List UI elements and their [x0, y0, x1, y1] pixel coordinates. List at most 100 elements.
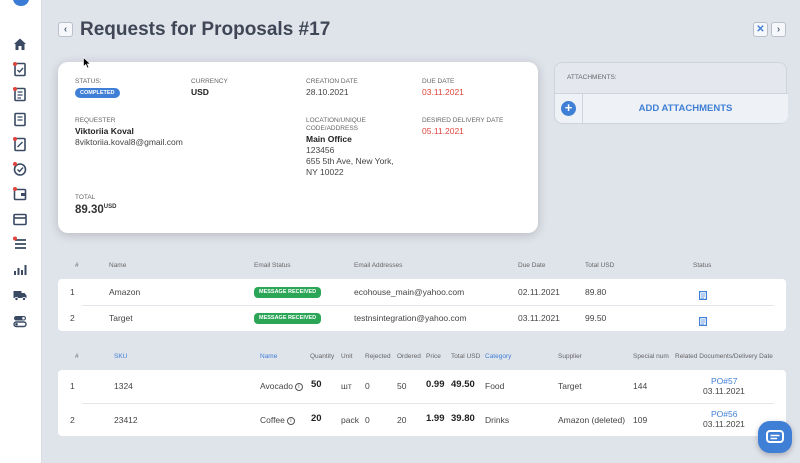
item-row-2-po-link[interactable]: PO#56 — [711, 409, 737, 419]
col-header-email-addresses: Email Addresses — [354, 262, 403, 269]
total-currency: USD — [103, 204, 117, 211]
currency-value: USD — [191, 87, 209, 97]
close-button[interactable]: ✕ — [753, 22, 768, 37]
supplier-row-2-email-status: MESSAGE RECEIVED — [254, 313, 322, 324]
requester-email: 8viktoriia.koval8@gmail.com — [75, 137, 183, 147]
item-col-header-related: Related Documents/Delivery Date — [675, 353, 773, 360]
item-row-1-sku: 1324 — [114, 381, 133, 391]
item-row-2-name: Coffee — [260, 415, 285, 425]
supplier-row-2-name[interactable]: Target — [109, 313, 133, 323]
item-row-2-special-num: 109 — [633, 415, 648, 425]
requester-label: REQUESTER — [75, 117, 116, 124]
supplier-row-2-num: 2 — [70, 313, 75, 323]
location-label-line2: CODE/ADDRESS — [306, 125, 359, 132]
due-date-value: 03.11.2021 — [422, 87, 464, 97]
supplier-row-1-email: ecohouse_main@yahoo.com — [354, 287, 465, 297]
main-content: ‹ Requests for Proposals #17 ✕ › STATUS:… — [42, 0, 800, 463]
location-address-line2: NY 10022 — [306, 167, 344, 177]
col-header-total-usd: Total USD — [585, 262, 615, 269]
item-row-2-category: Drinks — [485, 415, 510, 425]
supplier-row-1-due-date: 02.11.2021 — [518, 287, 560, 297]
item-row-1-num: 1 — [70, 381, 75, 391]
document-icon[interactable] — [699, 313, 708, 327]
chat-button[interactable] — [758, 421, 792, 453]
status-label: STATUS: — [75, 78, 102, 85]
attachments-panel: ATTACHMENTS: + ADD ATTACHMENTS — [554, 62, 788, 124]
chat-icon — [766, 430, 784, 443]
item-row-1-special-num: 144 — [633, 381, 648, 391]
info-icon[interactable]: i — [294, 383, 303, 391]
supplier-row-2-due-date: 03.11.2021 — [518, 313, 560, 323]
sidebar — [0, 0, 42, 463]
total-amount: 89.30 — [75, 204, 104, 216]
item-row-1-total: 49.50 — [451, 379, 475, 390]
item-col-header-quantity: Quantity — [310, 353, 335, 360]
add-attachments-button[interactable]: + ADD ATTACHMENTS — [555, 93, 788, 123]
items-table: 1 1324 Avocado i 50 шт 0 50 0.99 49.50 Fo… — [58, 370, 786, 436]
item-row-1-delivery-date: 03.11.2021 — [703, 386, 745, 396]
supplier-row-1-name[interactable]: Amazon — [109, 287, 140, 297]
chevron-left-icon: ‹ — [63, 24, 68, 35]
item-col-header-ordered: Ordered — [397, 353, 421, 360]
location-code: 123456 — [306, 145, 335, 155]
chevron-right-icon: › — [776, 24, 781, 35]
location-address-line1: 655 5th Ave, New York, — [306, 156, 394, 166]
item-row-1-po-link[interactable]: PO#57 — [711, 376, 737, 386]
item-row-2-ordered: 20 — [397, 415, 407, 425]
item-col-header-name[interactable]: Name — [260, 353, 277, 361]
item-col-header-special-num: Special num — [633, 353, 669, 360]
item-row-2-sku: 23412 — [114, 415, 138, 425]
status-badge: COMPLETED — [75, 88, 120, 98]
forward-button[interactable]: › — [771, 22, 786, 37]
requisition-icon[interactable] — [12, 61, 28, 77]
item-row-2-total: 39.80 — [451, 413, 475, 424]
col-header-due-date: Due Date — [518, 262, 546, 269]
list-icon[interactable] — [12, 236, 28, 252]
col-header-name: Name — [109, 262, 127, 269]
supplier-row-2-total: 99.50 — [585, 313, 607, 323]
purchase-order-icon[interactable] — [12, 136, 28, 152]
currency-label: CURRENCY — [191, 78, 228, 85]
creation-date-label: CREATION DATE — [306, 78, 358, 85]
row-divider — [82, 403, 774, 404]
item-row-1-name: Avocado — [260, 381, 293, 391]
total-value: 89.30USD — [75, 204, 116, 216]
item-col-header-unit: Unit — [341, 353, 353, 360]
delivery-truck-icon[interactable] — [12, 287, 28, 303]
col-header-email-status: Email Status — [254, 262, 291, 269]
delivery-date-label: DESIRED DELIVERY DATE — [422, 117, 504, 124]
location-label-line1: LOCATION/UNIQUE — [306, 117, 366, 124]
item-row-2-rejected: 0 — [365, 415, 370, 425]
info-icon[interactable]: i — [286, 417, 295, 425]
plus-icon: + — [561, 101, 576, 116]
settings-toggle-icon[interactable] — [12, 313, 28, 329]
item-col-header-sku[interactable]: SKU — [114, 353, 127, 361]
item-row-2-unit: pack — [341, 415, 359, 425]
add-attachments-label: ADD ATTACHMENTS — [638, 103, 733, 114]
close-icon: ✕ — [756, 24, 765, 35]
item-col-header-rejected: Rejected — [365, 353, 391, 360]
home-icon[interactable] — [12, 36, 28, 52]
document-icon[interactable] — [12, 86, 28, 102]
document-icon[interactable] — [699, 287, 708, 301]
item-row-2-name-cell: Coffee i — [260, 415, 295, 425]
invoice-icon[interactable] — [12, 186, 28, 202]
item-row-2-price: 1.99 — [426, 413, 445, 424]
app-logo[interactable] — [13, 0, 29, 6]
approval-icon[interactable] — [12, 161, 28, 177]
requester-name: Viktoriia Koval — [75, 126, 134, 136]
location-name: Main Office — [306, 134, 352, 144]
col-header-num: # — [75, 262, 79, 269]
rfp-icon[interactable] — [12, 111, 28, 127]
mouse-cursor-icon — [83, 57, 91, 69]
suppliers-table: 1 Amazon MESSAGE RECEIVED ecohouse_main@… — [58, 279, 786, 331]
item-col-header-category[interactable]: Category — [485, 353, 511, 361]
back-button[interactable]: ‹ — [58, 22, 73, 37]
col-header-status: Status — [693, 262, 712, 269]
payment-icon[interactable] — [12, 211, 28, 227]
creation-date-value: 28.10.2021 — [306, 87, 349, 97]
item-row-1-ordered: 50 — [397, 381, 407, 391]
analytics-icon[interactable] — [12, 261, 28, 277]
attachments-label: ATTACHMENTS: — [567, 74, 617, 81]
supplier-row-1-total: 89.80 — [585, 287, 607, 297]
